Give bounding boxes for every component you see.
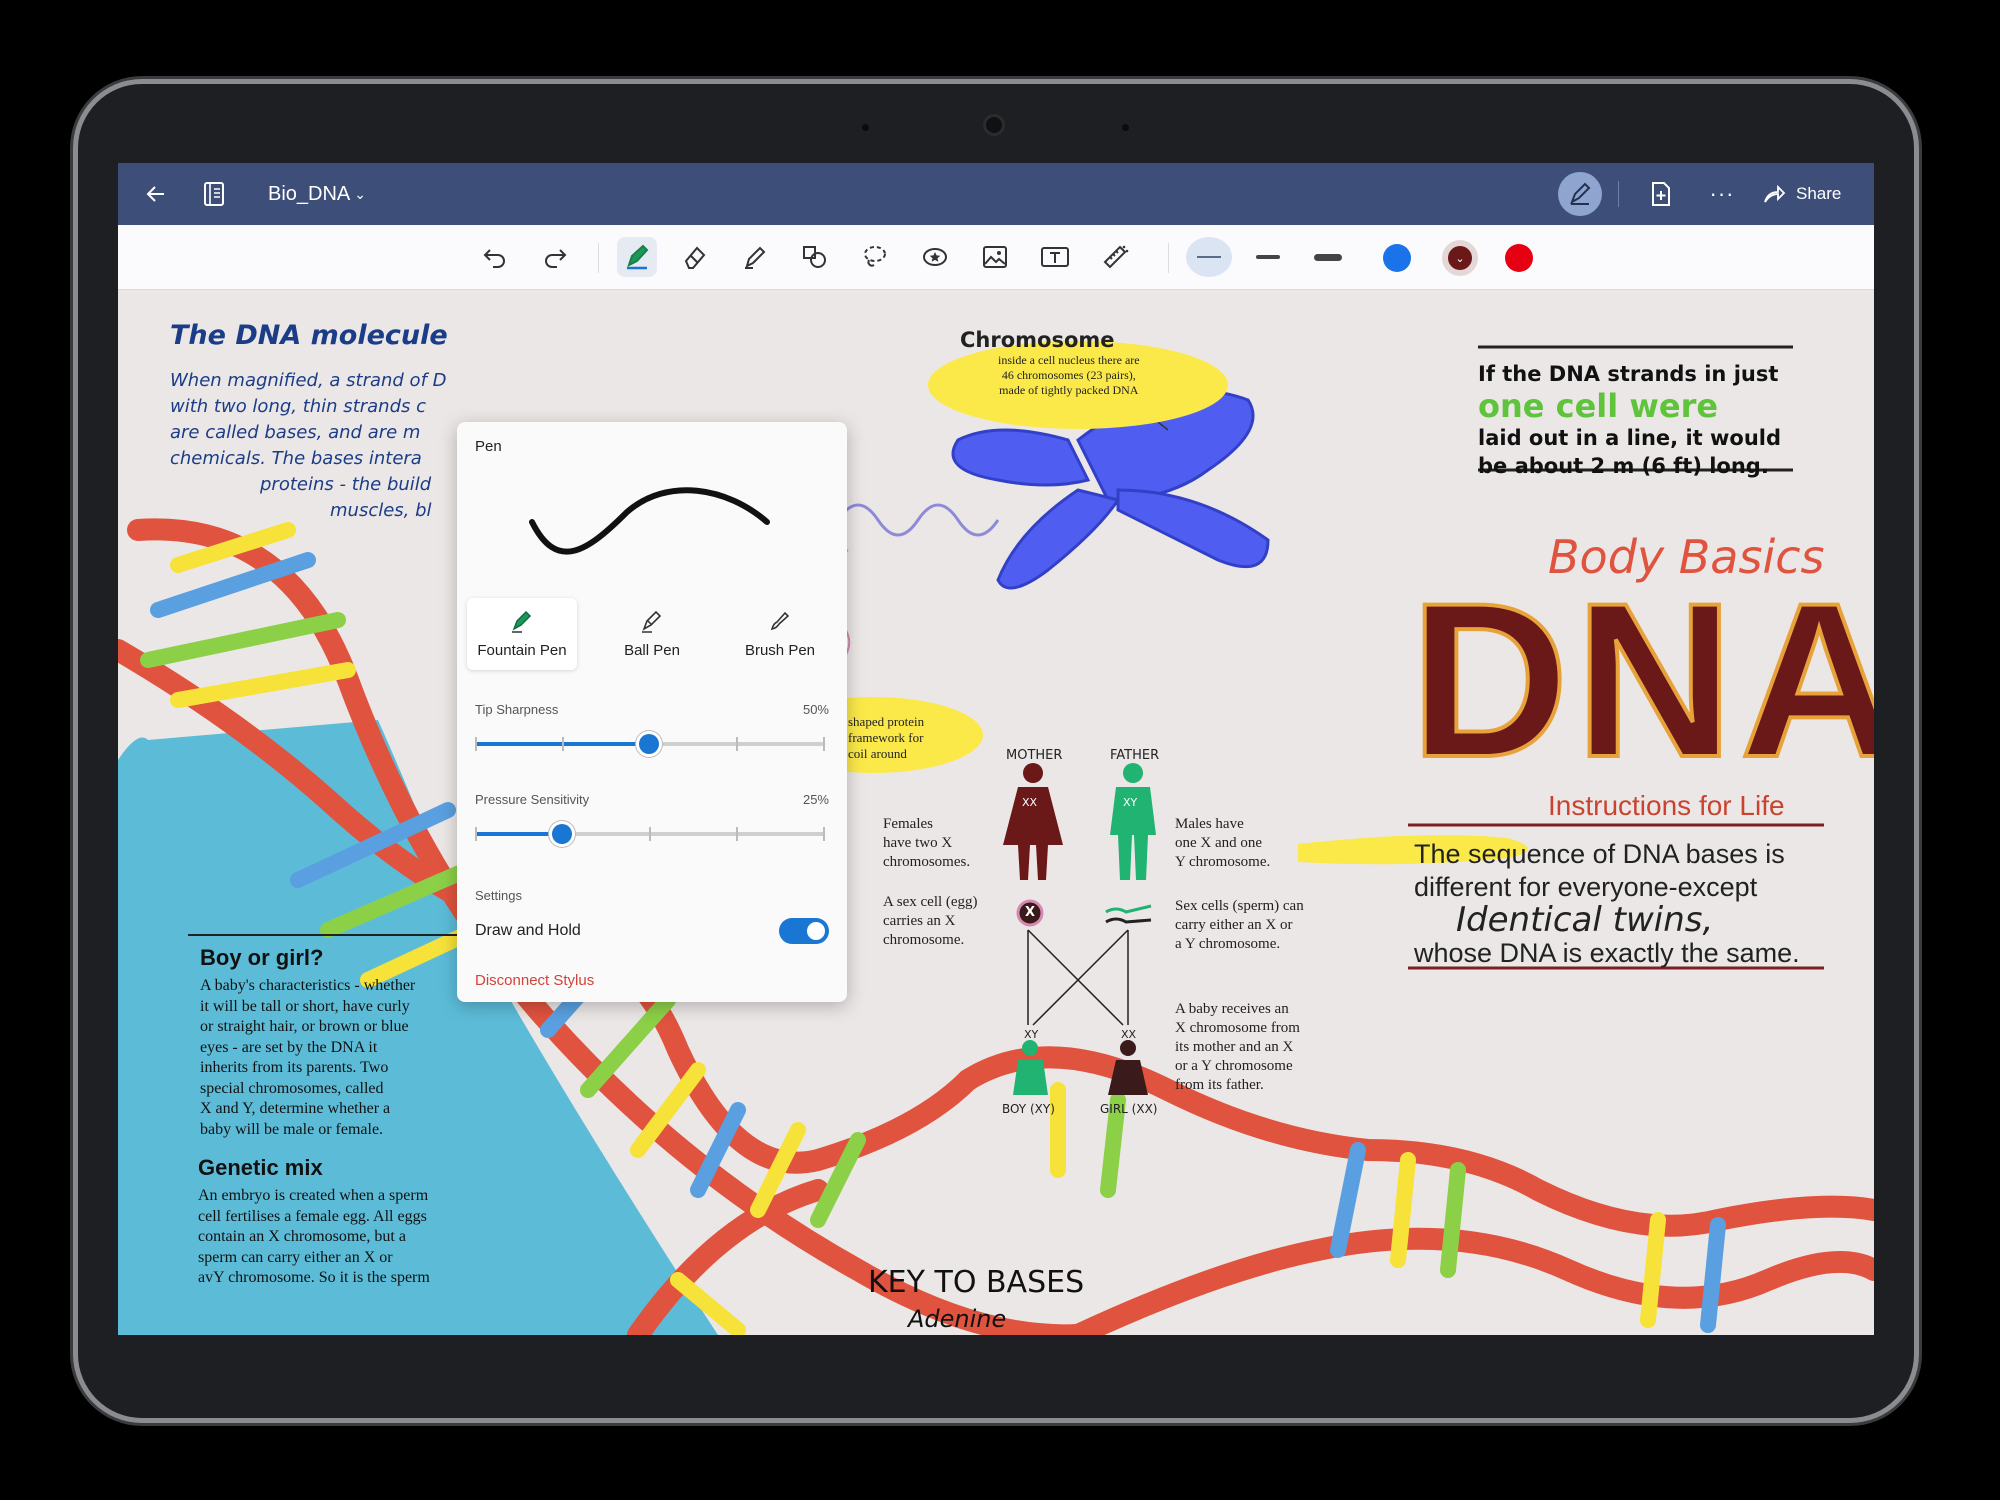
pen-panel-title: Pen: [475, 438, 502, 455]
dna-molecule-text: When magnified, a strand of Dwith two lo…: [170, 370, 447, 521]
pressure-sensitivity-label: Pressure Sensitivity: [475, 792, 590, 807]
notebook-canvas[interactable]: The DNA molecule When magnified, a stran…: [118, 290, 1874, 1335]
baby-text: A baby receives an X chromosome from its m…: [1175, 1001, 1300, 1093]
redo-icon[interactable]: [535, 237, 575, 277]
tip-sharpness-value: 50%: [802, 702, 829, 717]
thin-stroke-button[interactable]: [1186, 237, 1232, 277]
document-title: Bio_DNA: [268, 182, 351, 205]
identical-twins: Identical twins,: [1456, 900, 1714, 940]
divider: [598, 243, 599, 273]
draw-and-hold-label: Draw and Hold: [475, 922, 581, 939]
thick-stroke-button[interactable]: [1308, 237, 1348, 277]
sperm-y: [1105, 904, 1152, 914]
lasso-icon[interactable]: [855, 237, 895, 277]
ball-pen-icon: [597, 604, 707, 634]
pressure-sensitivity-value: 25%: [802, 792, 829, 807]
text-box-icon[interactable]: [1035, 237, 1075, 277]
color-swatch-red[interactable]: [1505, 244, 1533, 272]
document-title-dropdown[interactable]: Bio_DNA ⌄: [268, 177, 366, 211]
stylus-mode-button[interactable]: [1558, 172, 1602, 216]
sticker-icon[interactable]: [915, 237, 955, 277]
chromosome-text: inside a cell nucleus there are 46 chromo…: [998, 353, 1140, 397]
dna-coil-scribble: [836, 503, 1000, 537]
egg-text: A sex cell (egg) carries an Xchromosome.: [883, 894, 978, 948]
drawing-toolbar: ⌄: [118, 225, 1874, 290]
protein-text: shaped protein framework for coil around: [848, 714, 925, 761]
genetic-mix-text: An embryo is created when a sperm cell fe…: [198, 1187, 430, 1286]
draw-and-hold-toggle[interactable]: [779, 918, 829, 944]
color-swatch-blue[interactable]: [1383, 244, 1411, 272]
add-page-icon[interactable]: [1643, 176, 1679, 212]
father-figure: [1110, 763, 1156, 880]
sensor-dot: [862, 124, 869, 131]
slider-thumb[interactable]: [639, 734, 659, 754]
chevron-down-icon: ⌄: [1448, 246, 1472, 270]
eraser-icon[interactable]: [675, 237, 715, 277]
females-text: Females have two Xchromosomes.: [883, 816, 971, 870]
sensor-dot: [1122, 124, 1129, 131]
pressure-sensitivity-slider[interactable]: [475, 824, 825, 844]
chromosome-title: Chromosome: [960, 328, 1115, 352]
strands-highlight: one cell were: [1478, 387, 1719, 425]
key-adenine: Adenine: [908, 1305, 1007, 1333]
mother-figure: [1003, 763, 1063, 880]
father-chromosomes: XY: [1123, 796, 1138, 809]
egg-x-mark: X: [1025, 905, 1036, 920]
boy-label: BOY (XY): [1002, 1102, 1055, 1116]
app-screen: Bio_DNA ⌄ ··· Share ⌄ The DNA molecule W…: [118, 163, 1874, 1335]
fountain-pen-icon: [467, 604, 577, 634]
shapes-icon[interactable]: [795, 237, 835, 277]
strands-fact: If the DNA strands in just one cell were…: [1478, 362, 1782, 478]
sperm-x: [1105, 917, 1152, 924]
dna-big-title: DNA: [1408, 557, 1874, 803]
pen-icon[interactable]: [617, 237, 657, 277]
share-icon: [1764, 184, 1786, 203]
males-text: Males have one X and one Y chromosome.: [1175, 816, 1271, 870]
sequence-text: The sequence of DNA bases is different fo…: [1414, 838, 1824, 970]
ball-pen-option[interactable]: Ball Pen: [597, 598, 707, 670]
front-camera: [983, 114, 1005, 136]
divider: [1618, 181, 1619, 207]
tip-sharpness-label: Tip Sharpness: [475, 702, 559, 717]
back-arrow-icon[interactable]: [138, 176, 174, 212]
brush-pen-icon: [725, 604, 835, 634]
notebook-icon[interactable]: [196, 176, 232, 212]
father-label: FATHER: [1110, 748, 1160, 763]
medium-stroke-button[interactable]: [1248, 237, 1288, 277]
girl-label: GIRL (XX): [1100, 1102, 1158, 1116]
share-button[interactable]: Share: [1762, 176, 1841, 212]
more-options-button[interactable]: ···: [1702, 176, 1742, 212]
genetic-mix-title: Genetic mix: [198, 1155, 323, 1180]
color-swatch-dark-red[interactable]: ⌄: [1442, 240, 1478, 276]
disconnect-stylus-link[interactable]: Disconnect Stylus: [475, 972, 594, 989]
settings-label: Settings: [475, 888, 522, 903]
chevron-down-icon: ⌄: [354, 185, 366, 202]
boy-or-girl-text: A baby's characteristics - whether it wil…: [200, 977, 416, 1138]
inheritance-arrows: [1027, 929, 1129, 1026]
share-label: Share: [1796, 184, 1842, 203]
title-bar: Bio_DNA ⌄ ··· Share: [118, 163, 1874, 225]
boy-or-girl-title: Boy or girl?: [200, 945, 324, 970]
key-to-bases-title: KEY TO BASES: [868, 1265, 1085, 1300]
mother-chromosomes: XX: [1022, 796, 1038, 809]
stylus-icon: [1570, 182, 1591, 205]
slider-fill: [475, 832, 562, 836]
slider-thumb[interactable]: [552, 824, 572, 844]
instructions-subtitle: Instructions for Life: [1548, 790, 1785, 821]
tip-sharpness-slider[interactable]: [475, 734, 825, 754]
image-icon[interactable]: [975, 237, 1015, 277]
divider: [1168, 243, 1169, 273]
sperm-text: Sex cells (sperm) can carry either an X o…: [1175, 898, 1304, 952]
pen-settings-panel: Pen Fountain Pen Ball Pen Brush Pen Tip …: [457, 422, 847, 1002]
girl-chromosomes: XX: [1121, 1028, 1137, 1041]
boy-chromosomes: XY: [1024, 1028, 1039, 1041]
stroke-preview: [529, 487, 770, 555]
ruler-icon[interactable]: [1095, 237, 1135, 277]
brush-pen-option[interactable]: Brush Pen: [725, 598, 835, 670]
highlighter-icon[interactable]: [735, 237, 775, 277]
dna-molecule-title: The DNA molecule: [170, 320, 448, 351]
mother-label: MOTHER: [1006, 748, 1063, 763]
undo-icon[interactable]: [475, 237, 515, 277]
fountain-pen-option[interactable]: Fountain Pen: [467, 598, 577, 670]
